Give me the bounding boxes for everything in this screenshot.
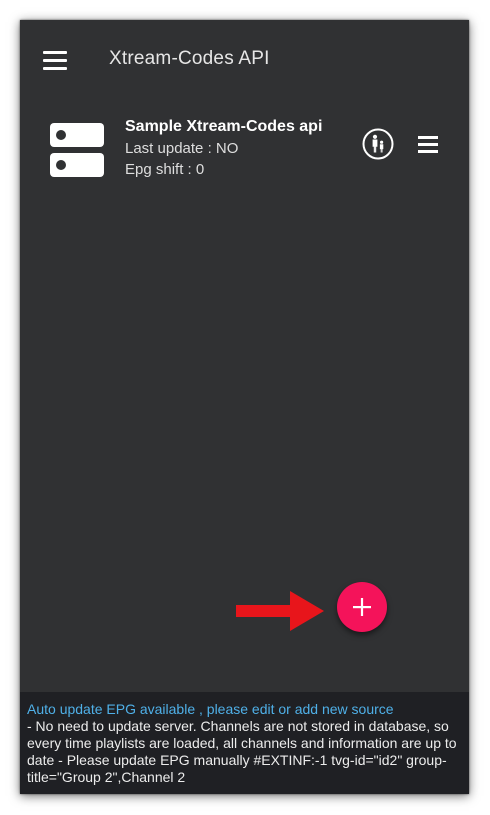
- app-toolbar: Xtream-Codes API: [20, 20, 469, 102]
- add-source-button[interactable]: [337, 582, 387, 632]
- source-list-item[interactable]: Sample Xtream-Codes api Last update : NO…: [20, 108, 469, 190]
- source-name: Sample Xtream-Codes api: [125, 118, 323, 135]
- item-menu-icon[interactable]: [418, 136, 438, 153]
- app-window: Xtream-Codes API Sample Xtream-Codes api…: [20, 20, 469, 794]
- app-title: Xtream-Codes API: [109, 48, 270, 69]
- epg-update-link[interactable]: Auto update EPG available , please edit …: [27, 701, 462, 718]
- server-icon: [50, 123, 104, 177]
- info-text: - No need to update server. Channels are…: [27, 718, 457, 785]
- parental-control-icon[interactable]: [362, 128, 394, 160]
- info-panel: Auto update EPG available , please edit …: [20, 692, 469, 794]
- source-last-update: Last update : NO: [125, 140, 239, 157]
- red-arrow-icon: [236, 591, 324, 631]
- hamburger-menu-icon[interactable]: [43, 51, 67, 71]
- plus-icon: [353, 598, 371, 616]
- source-epg-shift: Epg shift : 0: [125, 161, 205, 178]
